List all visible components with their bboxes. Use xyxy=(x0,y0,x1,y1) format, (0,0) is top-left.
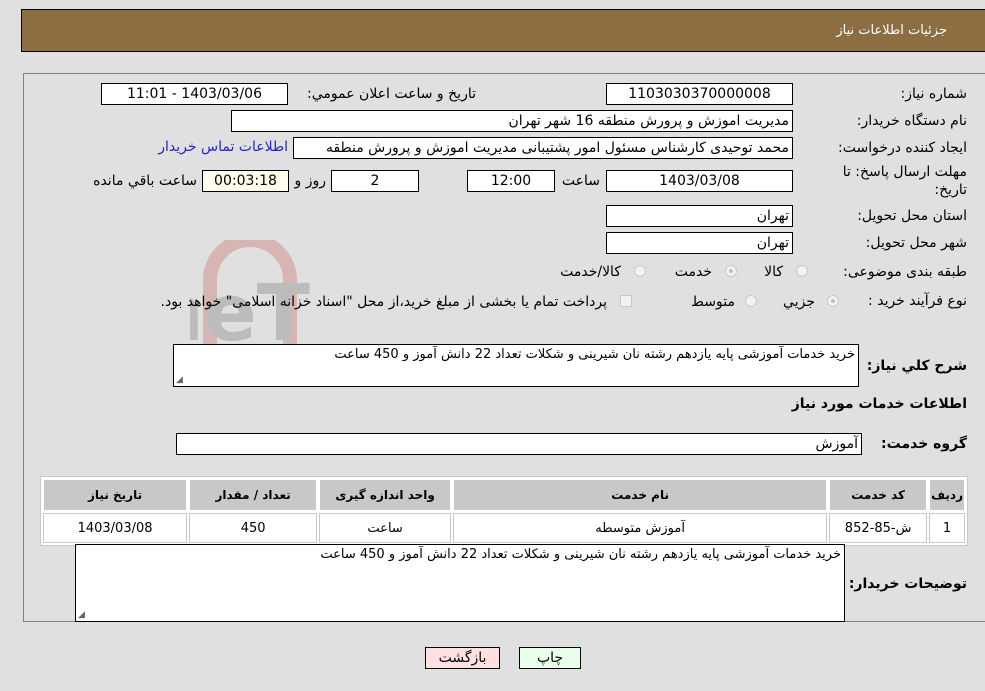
announce-datetime-label: تاریخ و ساعت اعلان عمومي: xyxy=(307,86,476,102)
cell-quantity: 450 xyxy=(189,513,318,543)
requester-label: ایجاد کننده درخواست: xyxy=(838,140,967,156)
city-label: شهر محل تحویل: xyxy=(865,235,967,251)
deadline-label: مهلت ارسال پاسخ: تا xyxy=(842,164,967,180)
col-unit: واحد اندازه گیری xyxy=(319,479,452,511)
col-service-code: کد خدمت xyxy=(829,479,928,511)
back-button[interactable]: بازگشت xyxy=(425,647,500,669)
cell-service-code: ش-85-852 xyxy=(829,513,928,543)
resize-grip-icon[interactable]: ◢ xyxy=(176,375,183,385)
purchase-type-option-medium: متوسط xyxy=(691,294,735,310)
table-header-row: ردیف کد خدمت نام خدمت واحد اندازه گیری ت… xyxy=(43,479,965,511)
announce-datetime-field: 1403/03/06 - 11:01 xyxy=(101,83,288,105)
table-row: 1 ش-85-852 آموزش متوسطه ساعت 450 1403/03… xyxy=(43,513,965,543)
services-table: ردیف کد خدمت نام خدمت واحد اندازه گیری ت… xyxy=(40,476,968,546)
purchase-type-label: نوع فرآیند خرید : xyxy=(868,293,967,309)
province-label: استان محل تحویل: xyxy=(857,208,967,224)
need-number-label: شماره نیاز: xyxy=(900,86,968,102)
treasury-note: پرداخت تمام یا بخشی از مبلغ خرید،از محل … xyxy=(160,294,607,310)
category-radio-goods-service[interactable] xyxy=(634,265,646,277)
col-quantity: تعداد / مقدار xyxy=(189,479,318,511)
city-field: تهران xyxy=(606,232,793,254)
buyer-org-field: مدیریت اموزش و پرورش منطقه 16 شهر تهران xyxy=(231,110,793,132)
deadline-time-label: ساعت xyxy=(561,173,600,189)
buyer-notes-field[interactable]: خرید خدمات آموزشی پایه یازدهم رشته نان ش… xyxy=(75,544,845,622)
general-description-label: شرح کلي نیاز: xyxy=(866,358,967,374)
category-label: طبقه بندی موضوعی: xyxy=(843,264,967,280)
service-group-label: گروه خدمت: xyxy=(881,436,967,452)
category-radio-service[interactable] xyxy=(725,265,737,277)
col-row-number: ردیف xyxy=(929,479,965,511)
resize-grip-icon[interactable]: ◢ xyxy=(78,610,85,620)
days-remaining-field: 2 xyxy=(331,170,419,192)
purchase-type-radio-minor[interactable] xyxy=(827,295,839,307)
general-description-text: خرید خدمات آموزشی پایه یازدهم رشته نان ش… xyxy=(334,347,855,362)
col-service-name: نام خدمت xyxy=(453,479,828,511)
time-remaining-field: 00:03:18 xyxy=(202,170,289,192)
deadline-label-date: تاریخ: xyxy=(934,182,967,198)
page-title: جزئیات اطلاعات نیاز xyxy=(836,23,947,38)
cell-row-number: 1 xyxy=(929,513,965,543)
requester-field: محمد توحیدی کارشناس مسئول امور پشتیبانی … xyxy=(293,137,793,159)
purchase-type-radio-medium[interactable] xyxy=(745,295,757,307)
buyer-notes-label: توضیحات خریدار: xyxy=(848,576,967,592)
province-field: تهران xyxy=(606,205,793,227)
services-section-title: اطلاعات خدمات مورد نیاز xyxy=(791,396,967,412)
col-need-date: تاریخ نیاز xyxy=(43,479,188,511)
general-description-field[interactable]: خرید خدمات آموزشی پایه یازدهم رشته نان ش… xyxy=(173,344,859,387)
print-button[interactable]: چاپ xyxy=(519,647,581,669)
time-remaining-label: ساعت باقي مانده xyxy=(93,173,197,189)
cell-unit: ساعت xyxy=(319,513,452,543)
days-label: روز و xyxy=(294,173,327,189)
buyer-contact-link[interactable]: اطلاعات تماس خریدار xyxy=(158,139,288,155)
category-option-service: خدمت xyxy=(674,264,712,280)
buyer-notes-text: خرید خدمات آموزشی پایه یازدهم رشته نان ش… xyxy=(320,547,841,562)
purchase-type-option-minor: جزيي xyxy=(783,294,815,310)
treasury-checkbox[interactable] xyxy=(620,295,632,307)
category-option-goods-service: کالا/خدمت xyxy=(560,264,621,280)
deadline-date-field: 1403/03/08 xyxy=(606,170,793,192)
category-radio-goods[interactable] xyxy=(796,265,808,277)
cell-service-name: آموزش متوسطه xyxy=(453,513,828,543)
need-number-field: 1103030370000008 xyxy=(606,83,793,105)
deadline-time-field: 12:00 xyxy=(467,170,555,192)
page-header: جزئیات اطلاعات نیاز xyxy=(21,9,985,52)
buyer-org-label: نام دستگاه خریدار: xyxy=(856,113,967,129)
cell-need-date: 1403/03/08 xyxy=(43,513,188,543)
category-option-goods: کالا xyxy=(764,264,783,280)
service-group-field: آموزش xyxy=(176,433,862,455)
